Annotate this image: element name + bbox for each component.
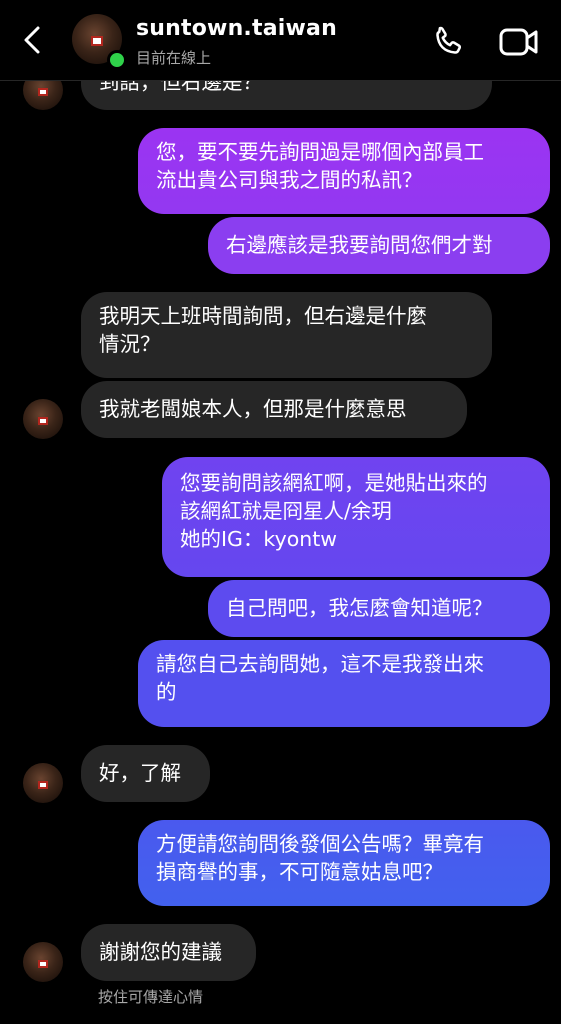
message-bubble-sent[interactable]: 您要詢問該網紅啊，是她貼出來的 該網紅就是冏星人/余玥 她的IG：kyontw [162,457,550,577]
message-bubble-received[interactable]: 好，了解 [81,745,210,802]
online-status-dot [107,50,127,70]
phone-icon [436,26,462,54]
contact-username[interactable]: suntown.taiwan [136,16,337,41]
message-bubble-sent[interactable]: 方便請您詢問後發個公告嗎？畢竟有 損商譽的事，不可隨意姑息吧？ [138,820,550,906]
online-status-text: 目前在線上 [136,49,212,67]
contact-avatar-small[interactable] [23,942,63,982]
message-bubble-received[interactable]: 謝謝您的建議 [81,924,256,981]
voice-call-button[interactable] [430,24,466,60]
back-button[interactable] [18,22,50,58]
contact-avatar-small[interactable] [23,399,63,439]
message-bubble-received[interactable]: 我明天上班時間詢問，但右邊是什麼 情況？ [81,292,492,378]
message-bubble-sent[interactable]: 請您自己去詢問她，這不是我發出來 的 [138,640,550,727]
message-bubble-sent[interactable]: 右邊應該是我要詢問您們才對 [208,217,550,274]
contact-avatar-small[interactable] [23,763,63,803]
chevron-left-icon [24,26,40,54]
video-camera-icon [499,28,538,56]
video-call-button[interactable] [498,24,540,60]
chat-header: suntown.taiwan 目前在線上 [0,0,561,81]
message-bubble-sent[interactable]: 自己問吧，我怎麼會知道呢？ [208,580,550,637]
message-bubble-sent[interactable]: 您，要不要先詢問過是哪個內部員工 流出貴公司與我之間的私訊？ [138,128,550,214]
reaction-hint: 按住可傳達心情 [98,988,204,1006]
message-bubble-received[interactable]: 我就老闆娘本人，但那是什麼意思 [81,381,467,438]
